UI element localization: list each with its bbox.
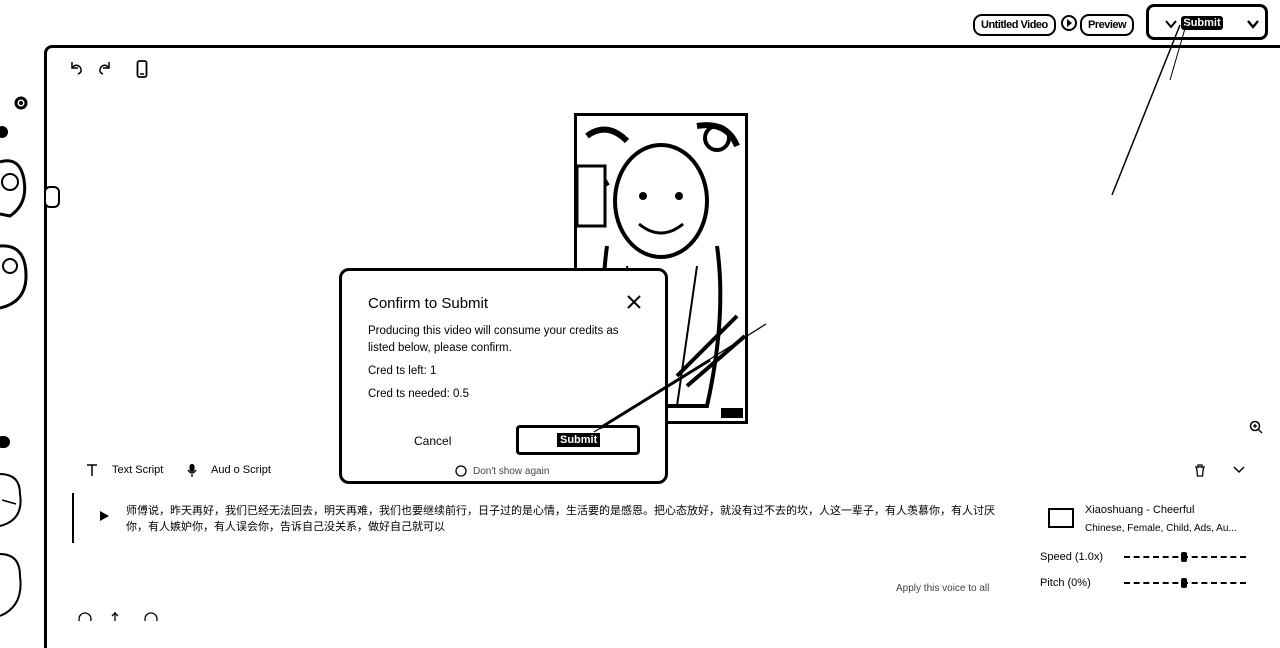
- dropdown-chevron-icon[interactable]: [1247, 19, 1259, 29]
- avatar[interactable]: [0, 550, 26, 620]
- clock-icon[interactable]: [78, 612, 92, 621]
- avatar[interactable]: [0, 156, 30, 220]
- avatar[interactable]: [0, 242, 30, 312]
- mic-icon: [187, 464, 197, 477]
- trash-icon[interactable]: [1194, 464, 1206, 477]
- annotation-arrow: [593, 323, 767, 433]
- pitch-slider-handle[interactable]: [1181, 578, 1187, 588]
- voice-description: Chinese, Female, Child, Ads, Au...: [1085, 523, 1237, 534]
- video-title[interactable]: Untitled Video: [973, 14, 1056, 36]
- tab-text-script[interactable]: Text Script: [112, 464, 163, 476]
- gear-icon[interactable]: [12, 94, 30, 112]
- collapse-handle[interactable]: [44, 186, 60, 208]
- voice-name[interactable]: Xiaoshuang - Cheerful: [1085, 504, 1194, 516]
- script-block-marker: [72, 493, 74, 543]
- redo-icon[interactable]: [97, 60, 113, 76]
- script-text-input[interactable]: 师傅说，昨天再好，我们已经无法回去，明天再难，我们也要继续前行，日子过的是心情，…: [126, 503, 1006, 535]
- avatar-badge: [0, 126, 8, 138]
- checkbox[interactable]: [455, 465, 467, 477]
- voice-avatar[interactable]: [1048, 508, 1074, 528]
- dont-show-again-label[interactable]: Don't show again: [473, 466, 549, 477]
- dialog-title: Confirm to Submit: [368, 295, 489, 312]
- translate-icon[interactable]: [144, 612, 158, 621]
- avatar[interactable]: [0, 470, 26, 530]
- chevron-down-icon[interactable]: [1233, 465, 1245, 475]
- sort-icon[interactable]: [110, 612, 120, 621]
- pitch-label: Pitch (0%): [1040, 577, 1091, 589]
- close-icon[interactable]: [625, 293, 643, 311]
- text-icon: [87, 464, 97, 476]
- undo-icon[interactable]: [68, 60, 84, 76]
- tab-audio-script[interactable]: Aud o Script: [211, 464, 271, 476]
- avatar-strip: [0, 90, 40, 621]
- play-circle-icon: [1061, 15, 1077, 31]
- speed-label: Speed (1.0x): [1040, 551, 1103, 563]
- apply-voice-link[interactable]: Apply this voice to all: [896, 583, 989, 594]
- avatar-badge: [0, 436, 10, 448]
- play-icon[interactable]: [98, 510, 110, 522]
- zoom-in-icon[interactable]: [1249, 420, 1263, 434]
- speed-slider-handle[interactable]: [1181, 552, 1187, 562]
- cancel-button[interactable]: Cancel: [414, 434, 451, 448]
- mobile-icon[interactable]: [136, 60, 148, 78]
